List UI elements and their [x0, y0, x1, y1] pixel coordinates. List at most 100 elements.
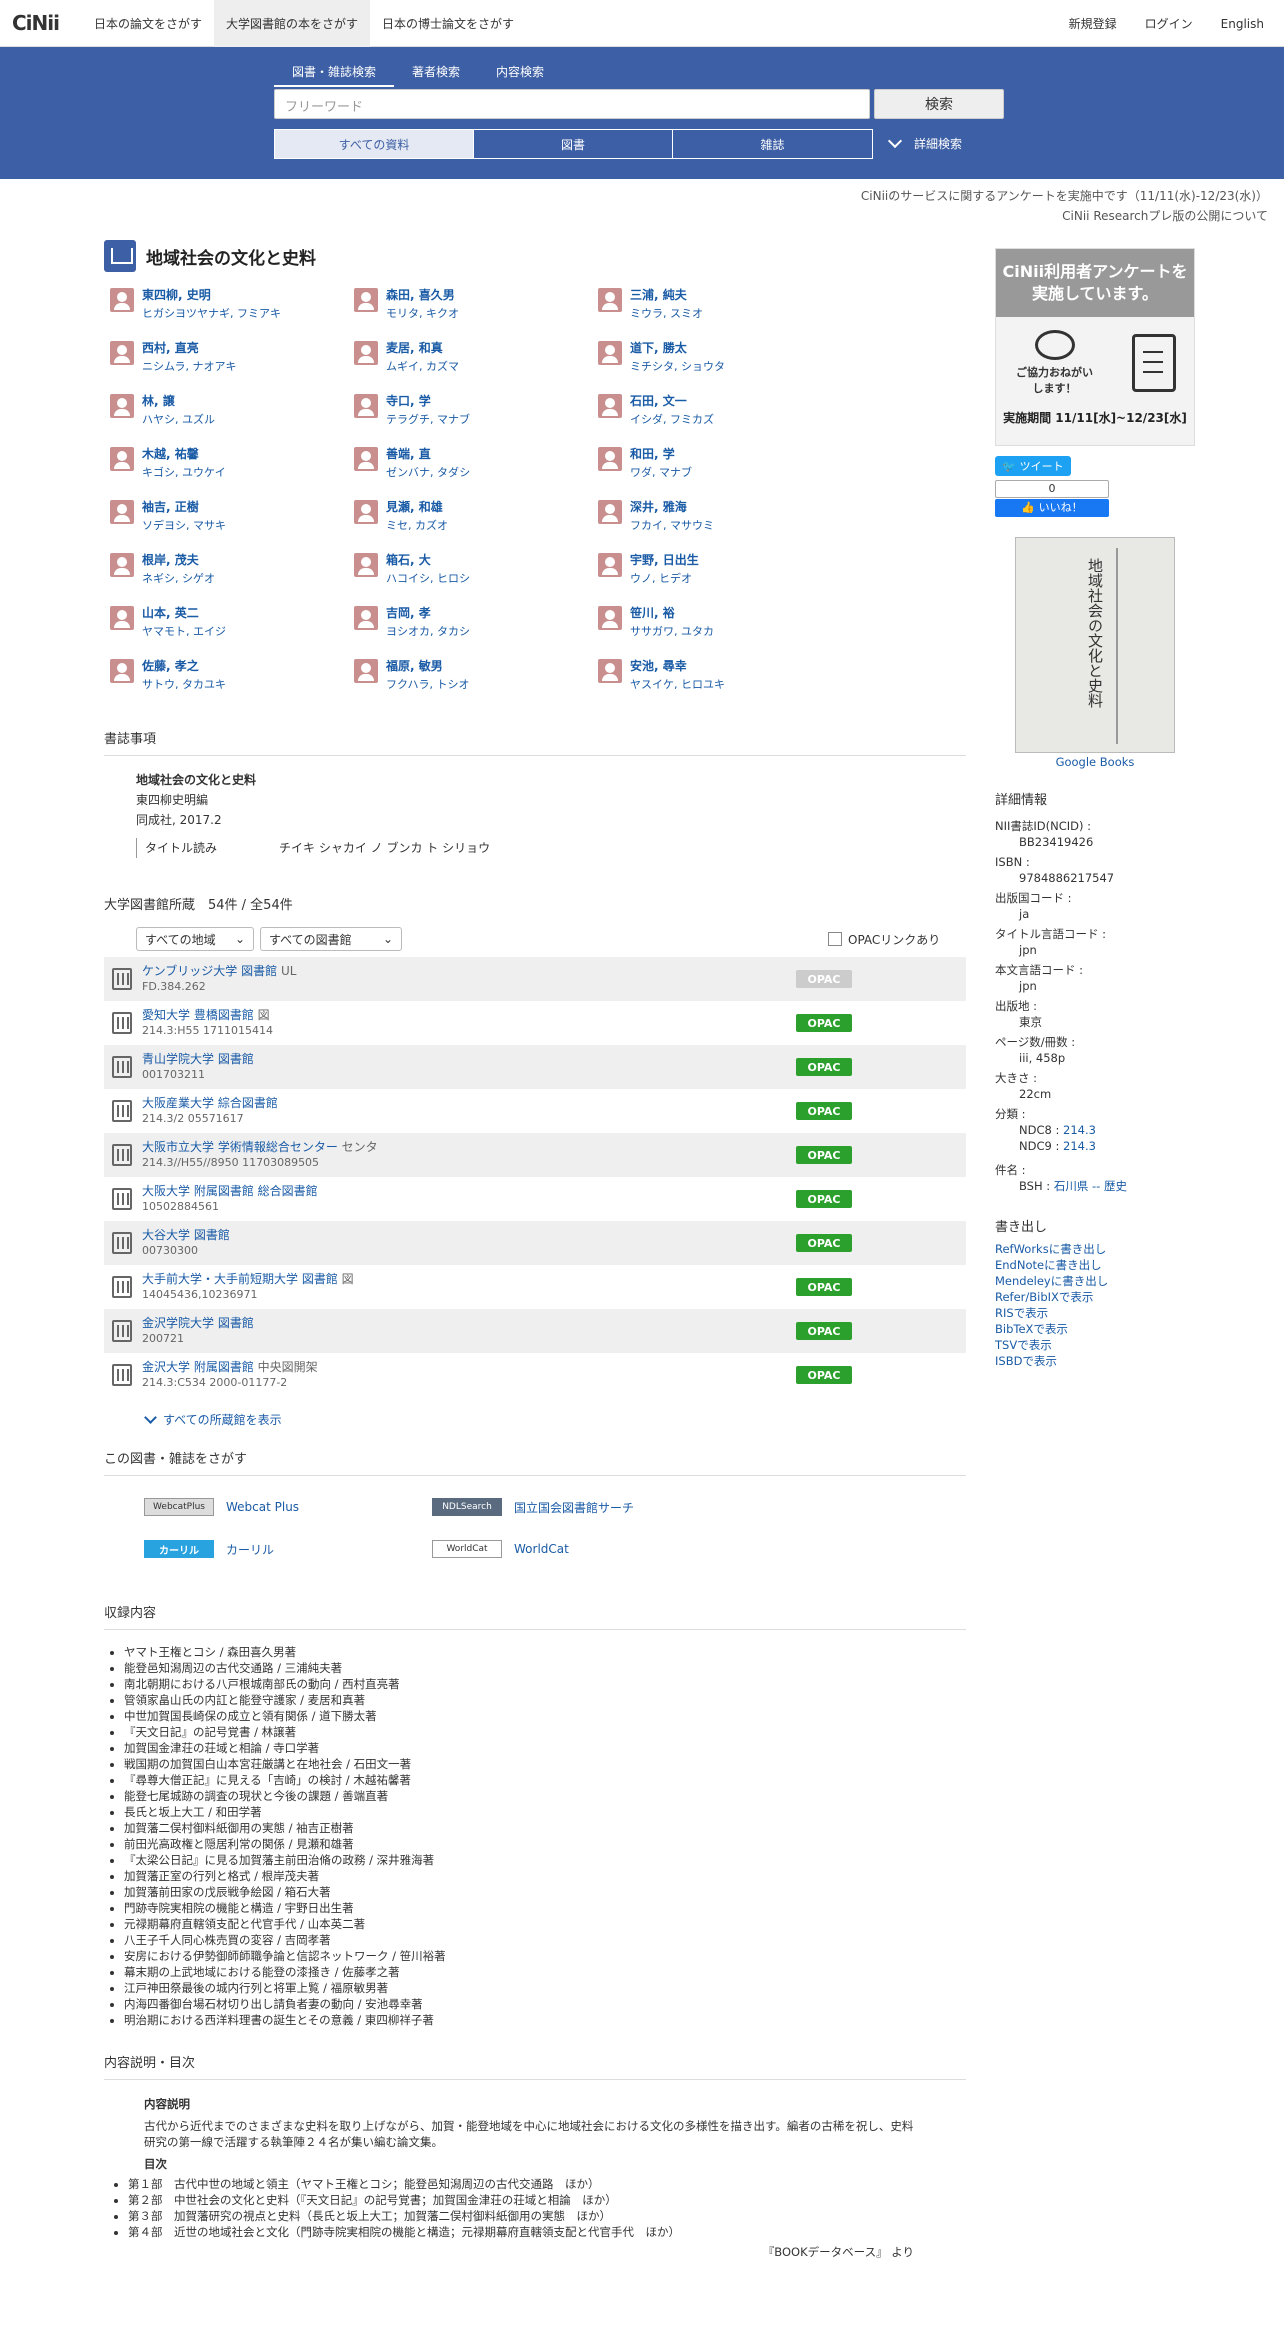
search-tab-authors[interactable]: 著者検索 — [394, 63, 478, 87]
author-name[interactable]: 箱石, 大 — [386, 551, 470, 568]
author-name[interactable]: 東四柳, 史明 — [142, 286, 281, 303]
author-kana[interactable]: キゴシ, ユウケイ — [142, 464, 226, 480]
author-kana[interactable]: ヨシオカ, タカシ — [386, 623, 470, 639]
survey-banner[interactable]: CiNii利用者アンケートを実施しています。 ご協力おねがいします！ 実施期間 … — [995, 248, 1195, 446]
author-kana[interactable]: ミチシタ, ショウタ — [630, 358, 725, 374]
author-kana[interactable]: ヤスイケ, ヒロユキ — [630, 676, 725, 692]
worldcat-link[interactable]: WorldCat WorldCat — [432, 1540, 569, 1558]
google-books-link[interactable]: Google Books — [995, 755, 1195, 769]
export-link[interactable]: EndNoteに書き出し — [995, 1257, 1203, 1273]
author-item[interactable]: 石田, 文一 イシダ, フミカズ — [598, 392, 842, 431]
library-name-link[interactable]: 大手前大学・大手前短期大学 図書館 — [142, 1272, 338, 1286]
export-link[interactable]: RefWorksに書き出し — [995, 1241, 1203, 1257]
author-name[interactable]: 福原, 敏男 — [386, 657, 469, 674]
library-name-link[interactable]: 金沢学院大学 図書館 — [142, 1316, 254, 1330]
author-name[interactable]: 麦居, 和真 — [386, 339, 459, 356]
opac-button[interactable]: OPAC — [796, 1146, 852, 1164]
author-item[interactable]: 三浦, 純夫 ミウラ, スミオ — [598, 286, 842, 325]
author-kana[interactable]: ハヤシ, ユズル — [142, 411, 215, 427]
login-link[interactable]: ログイン — [1145, 15, 1193, 32]
author-item[interactable]: 道下, 勝太 ミチシタ, ショウタ — [598, 339, 842, 378]
author-item[interactable]: 見瀬, 和雄 ミセ, カズオ — [354, 498, 598, 537]
author-item[interactable]: 福原, 敏男 フクハラ, トシオ — [354, 657, 598, 696]
search-tab-books[interactable]: 図書・雑誌検索 — [274, 63, 395, 87]
cinii-logo[interactable]: CiNii — [12, 11, 82, 35]
author-item[interactable]: 林, 譲ハヤシ, ユズル — [110, 392, 354, 431]
author-name[interactable]: 善端, 直 — [386, 445, 470, 462]
library-select[interactable]: すべての図書館 ⌄ — [260, 927, 402, 951]
opac-button[interactable]: OPAC — [796, 1102, 852, 1120]
author-kana[interactable]: ミウラ, スミオ — [630, 305, 703, 321]
advanced-search-toggle[interactable]: 詳細検索 — [887, 133, 962, 152]
author-name[interactable]: 根岸, 茂夫 — [142, 551, 215, 568]
author-kana[interactable]: ハコイシ, ヒロシ — [386, 570, 470, 586]
author-kana[interactable]: フカイ, マサウミ — [630, 517, 714, 533]
ndc9-link[interactable]: 214.3 — [1063, 1139, 1096, 1153]
search-tab-contents[interactable]: 内容検索 — [478, 63, 562, 87]
author-item[interactable]: 西村, 直亮 ニシムラ, ナオアキ — [110, 339, 354, 378]
type-books-button[interactable]: 図書 — [474, 130, 673, 158]
author-item[interactable]: 麦居, 和真 ムギイ, カズマ — [354, 339, 598, 378]
library-name-link[interactable]: 大谷大学 図書館 — [142, 1228, 230, 1242]
author-item[interactable]: 宇野, 日出生 ウノ, ヒデオ — [598, 551, 842, 590]
library-name-link[interactable]: 大阪大学 附属図書館 総合図書館 — [142, 1184, 318, 1198]
ndc8-link[interactable]: 214.3 — [1063, 1123, 1096, 1137]
author-kana[interactable]: ネギシ, シゲオ — [142, 570, 215, 586]
author-item[interactable]: 袖吉, 正樹 ソデヨシ, マサキ — [110, 498, 354, 537]
author-item[interactable]: 善端, 直ゼンバナ, タダシ — [354, 445, 598, 484]
author-item[interactable]: 深井, 雅海 フカイ, マサウミ — [598, 498, 842, 537]
research-notice[interactable]: CiNii Researchプレ版の公開について — [1062, 207, 1268, 224]
author-kana[interactable]: ゼンバナ, タダシ — [386, 464, 470, 480]
author-kana[interactable]: フクハラ, トシオ — [386, 676, 469, 692]
opac-button[interactable]: OPAC — [796, 1366, 852, 1384]
opac-button[interactable]: OPAC — [796, 1234, 852, 1252]
author-kana[interactable]: ムギイ, カズマ — [386, 358, 459, 374]
author-name[interactable]: 笹川, 裕 — [630, 604, 714, 621]
author-kana[interactable]: ミセ, カズオ — [386, 517, 448, 533]
export-link[interactable]: BibTeXで表示 — [995, 1321, 1203, 1337]
author-item[interactable]: 和田, 学ワダ, マナブ — [598, 445, 842, 484]
author-name[interactable]: 西村, 直亮 — [142, 339, 236, 356]
author-name[interactable]: 三浦, 純夫 — [630, 286, 703, 303]
like-widget[interactable]: 0 👍 いいね！ — [995, 480, 1109, 517]
show-all-libraries-link[interactable]: すべての所蔵館を表示 — [144, 1410, 966, 1428]
author-kana[interactable]: ヤマモト, エイジ — [142, 623, 226, 639]
author-name[interactable]: 山本, 英二 — [142, 604, 226, 621]
author-item[interactable]: 山本, 英二 ヤマモト, エイジ — [110, 604, 354, 643]
author-name[interactable]: 寺口, 学 — [386, 392, 470, 409]
author-name[interactable]: 安池, 尋幸 — [630, 657, 725, 674]
author-name[interactable]: 道下, 勝太 — [630, 339, 725, 356]
author-kana[interactable]: テラグチ, マナブ — [386, 411, 470, 427]
webcat-link[interactable]: WebcatPlus Webcat Plus — [144, 1498, 299, 1516]
author-name[interactable]: 林, 譲 — [142, 392, 215, 409]
survey-notice[interactable]: CiNiiのサービスに関するアンケートを実施中です（11/11(水)-12/23… — [861, 187, 1268, 204]
author-item[interactable]: 東四柳, 史明 ヒガシヨツヤナギ, フミアキ — [110, 286, 354, 325]
author-name[interactable]: 石田, 文一 — [630, 392, 714, 409]
english-link[interactable]: English — [1221, 17, 1264, 31]
tweet-button[interactable]: 🐦 ツイート — [995, 456, 1071, 476]
opac-filter[interactable]: OPACリンクあり — [828, 931, 940, 948]
ndl-search-link[interactable]: NDLSearch 国立国会図書館サーチ — [432, 1498, 634, 1516]
author-name[interactable]: 深井, 雅海 — [630, 498, 714, 515]
library-name-link[interactable]: 金沢大学 附属図書館 — [142, 1360, 254, 1374]
export-link[interactable]: Refer/BibIXで表示 — [995, 1289, 1203, 1305]
author-item[interactable]: 木越, 祐馨 キゴシ, ユウケイ — [110, 445, 354, 484]
author-name[interactable]: 吉岡, 孝 — [386, 604, 470, 621]
like-button[interactable]: 👍 いいね！ — [995, 499, 1109, 517]
author-item[interactable]: 森田, 喜久男 モリタ, キクオ — [354, 286, 598, 325]
author-kana[interactable]: ヒガシヨツヤナギ, フミアキ — [142, 305, 281, 321]
library-name-link[interactable]: 大阪市立大学 学術情報総合センター — [142, 1140, 338, 1154]
author-item[interactable]: 安池, 尋幸 ヤスイケ, ヒロユキ — [598, 657, 842, 696]
author-name[interactable]: 和田, 学 — [630, 445, 692, 462]
opac-button[interactable]: OPAC — [796, 1190, 852, 1208]
author-kana[interactable]: ニシムラ, ナオアキ — [142, 358, 236, 374]
author-name[interactable]: 森田, 喜久男 — [386, 286, 459, 303]
author-item[interactable]: 箱石, 大ハコイシ, ヒロシ — [354, 551, 598, 590]
opac-button[interactable]: OPAC — [796, 1322, 852, 1340]
author-kana[interactable]: モリタ, キクオ — [386, 305, 459, 321]
author-kana[interactable]: ササガワ, ユタカ — [630, 623, 714, 639]
opac-button[interactable]: OPAC — [796, 1278, 852, 1296]
author-name[interactable]: 宇野, 日出生 — [630, 551, 699, 568]
calil-link[interactable]: カーリル カーリル — [144, 1540, 274, 1558]
export-link[interactable]: TSVで表示 — [995, 1337, 1203, 1353]
